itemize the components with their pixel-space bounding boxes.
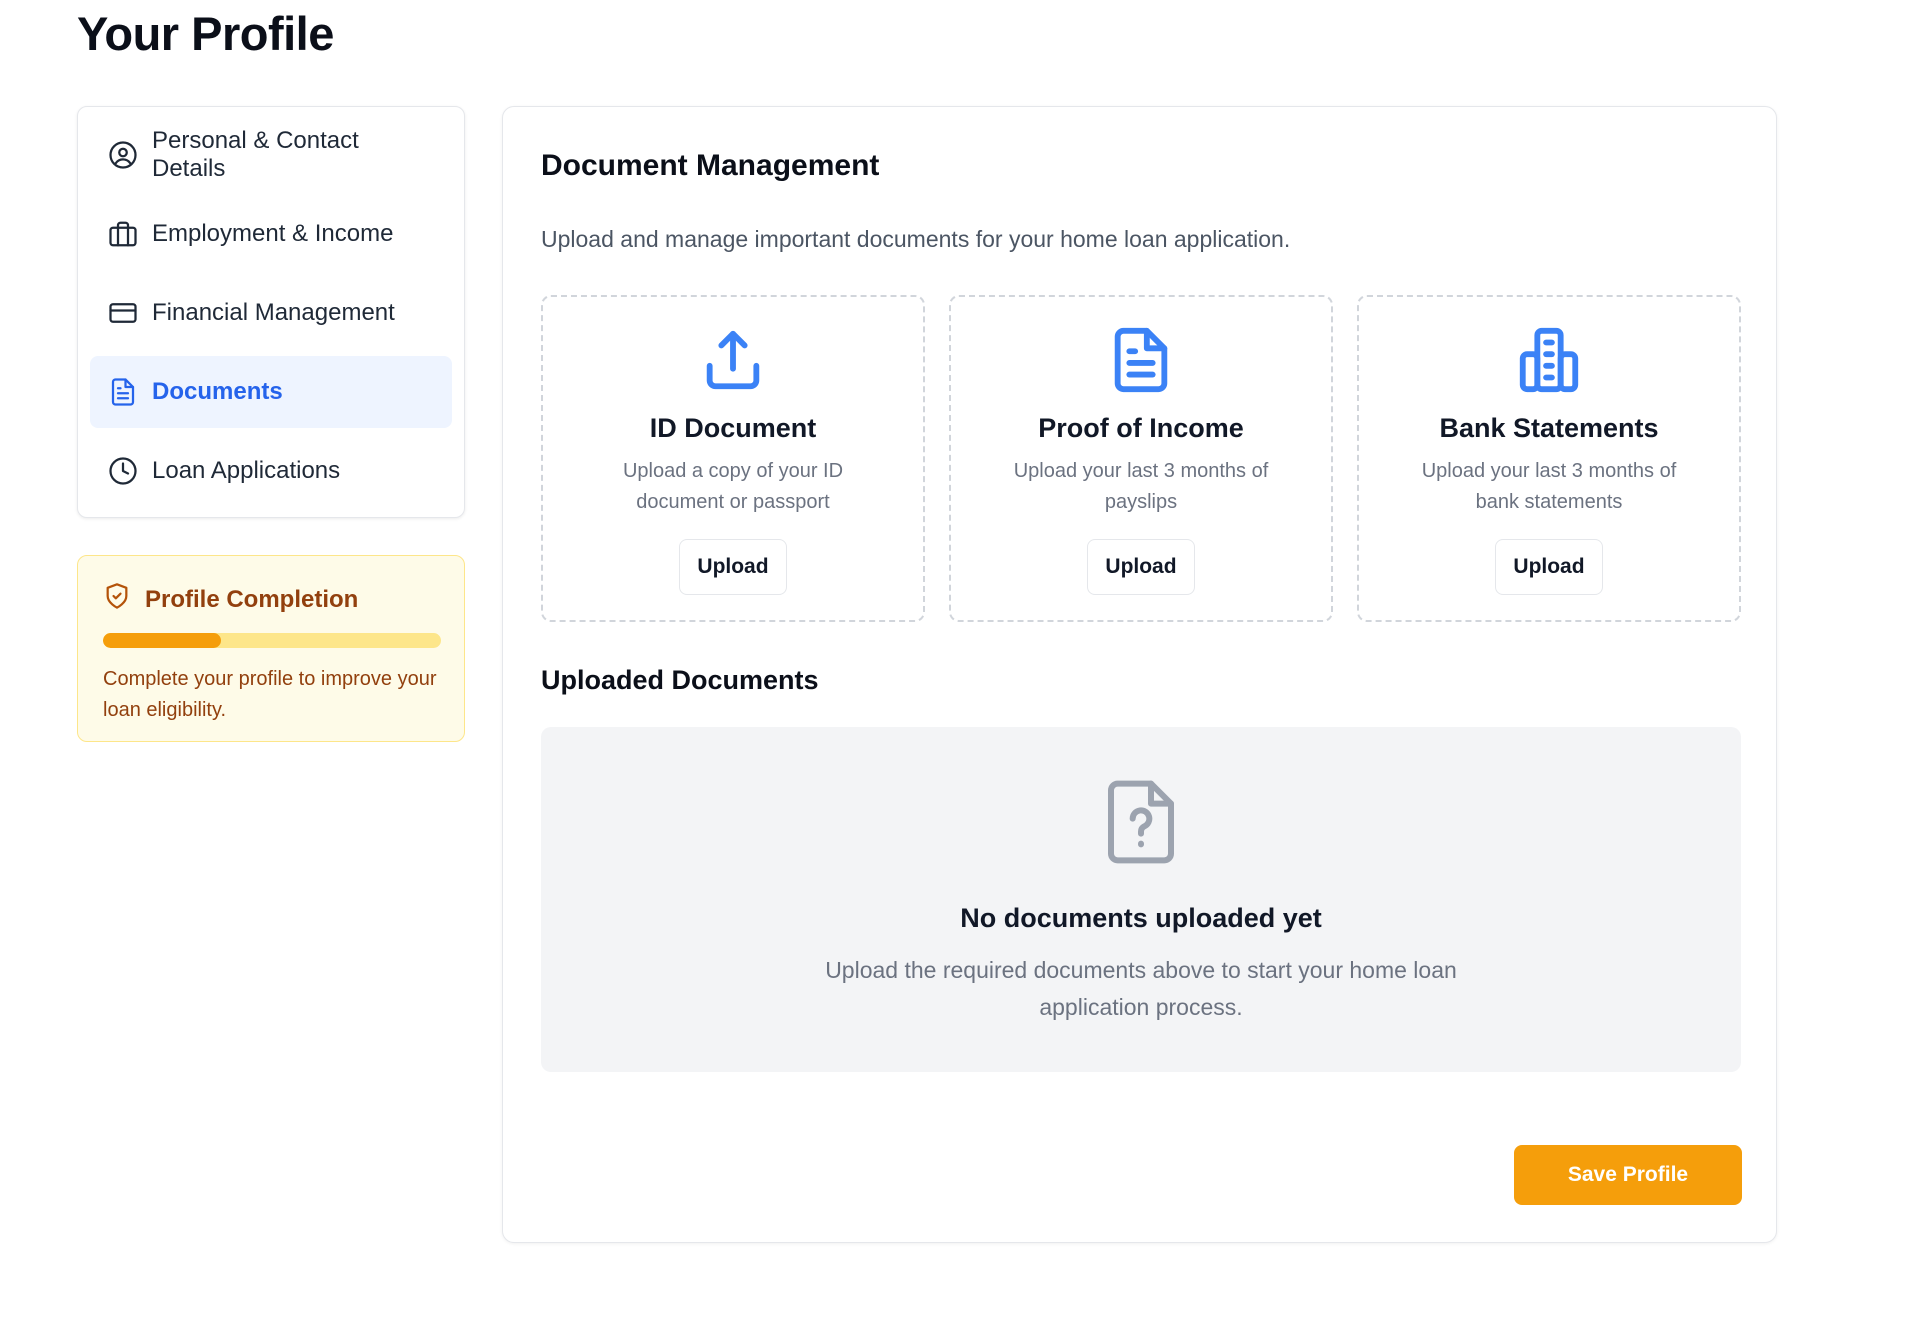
file-question-icon bbox=[1101, 777, 1181, 867]
upload-card-title: ID Document bbox=[649, 413, 817, 443]
profile-completion-title: Profile Completion bbox=[145, 585, 359, 613]
upload-icon bbox=[698, 325, 768, 395]
sidebar-item-financial-management[interactable]: Financial Management bbox=[90, 277, 452, 349]
shield-check-icon bbox=[103, 582, 131, 617]
sidebar-item-label: Employment & Income bbox=[152, 220, 394, 247]
upload-card-id-document: ID Document Upload a copy of your ID doc… bbox=[541, 295, 925, 622]
upload-card-description: Upload your last 3 months of payslips bbox=[1013, 460, 1269, 513]
sidebar-item-label: Financial Management bbox=[152, 299, 395, 326]
bank-building-icon bbox=[1514, 325, 1584, 395]
sidebar-item-employment-income[interactable]: Employment & Income bbox=[90, 198, 452, 270]
upload-proof-of-income-button[interactable]: Upload bbox=[1087, 539, 1195, 595]
save-profile-button[interactable]: Save Profile bbox=[1514, 1145, 1742, 1205]
empty-state-title: No documents uploaded yet bbox=[960, 903, 1322, 933]
profile-completion-progress bbox=[103, 633, 441, 648]
sidebar-item-documents[interactable]: Documents bbox=[90, 356, 452, 428]
section-title: Document Management bbox=[541, 149, 880, 182]
upload-card-description: Upload your last 3 months of bank statem… bbox=[1421, 460, 1677, 513]
upload-id-document-button[interactable]: Upload bbox=[679, 539, 787, 595]
sidebar-item-label: Loan Applications bbox=[152, 457, 341, 484]
credit-card-icon bbox=[108, 298, 138, 328]
upload-card-title: Proof of Income bbox=[1038, 413, 1244, 443]
empty-state-description: Upload the required documents above to s… bbox=[825, 957, 1457, 1020]
sidebar-nav: Personal & Contact Details Employment & … bbox=[77, 106, 465, 518]
sidebar-item-loan-applications[interactable]: Loan Applications bbox=[90, 435, 452, 507]
section-description: Upload and manage important documents fo… bbox=[541, 226, 1291, 252]
clock-icon bbox=[108, 456, 138, 486]
uploaded-documents-title: Uploaded Documents bbox=[541, 665, 819, 695]
profile-completion-header: Profile Completion bbox=[103, 582, 439, 617]
uploaded-documents-empty-state: No documents uploaded yet Upload the req… bbox=[541, 727, 1741, 1072]
upload-card-description: Upload a copy of your ID document or pas… bbox=[622, 460, 844, 513]
profile-completion-text: Complete your profile to improve your lo… bbox=[103, 668, 437, 721]
briefcase-icon bbox=[108, 219, 138, 249]
file-text-icon bbox=[1106, 325, 1176, 395]
upload-card-title: Bank Statements bbox=[1439, 413, 1659, 443]
upload-card-proof-of-income: Proof of Income Upload your last 3 month… bbox=[949, 295, 1333, 622]
profile-completion-card: Profile Completion Complete your profile… bbox=[77, 555, 465, 742]
sidebar-item-personal-contact[interactable]: Personal & Contact Details bbox=[90, 119, 452, 191]
upload-bank-statements-button[interactable]: Upload bbox=[1495, 539, 1603, 595]
page-title: Your Profile bbox=[77, 7, 334, 60]
upload-card-bank-statements: Bank Statements Upload your last 3 month… bbox=[1357, 295, 1741, 622]
sidebar-item-label: Personal & Contact Details bbox=[152, 127, 359, 182]
profile-page: Your Profile Personal & Contact Details … bbox=[0, 0, 1908, 1339]
document-management-panel: Document Management Upload and manage im… bbox=[502, 106, 1777, 1243]
document-icon bbox=[108, 377, 138, 407]
user-circle-icon bbox=[108, 140, 138, 170]
progress-fill bbox=[103, 633, 222, 648]
sidebar-item-label: Documents bbox=[152, 378, 283, 405]
